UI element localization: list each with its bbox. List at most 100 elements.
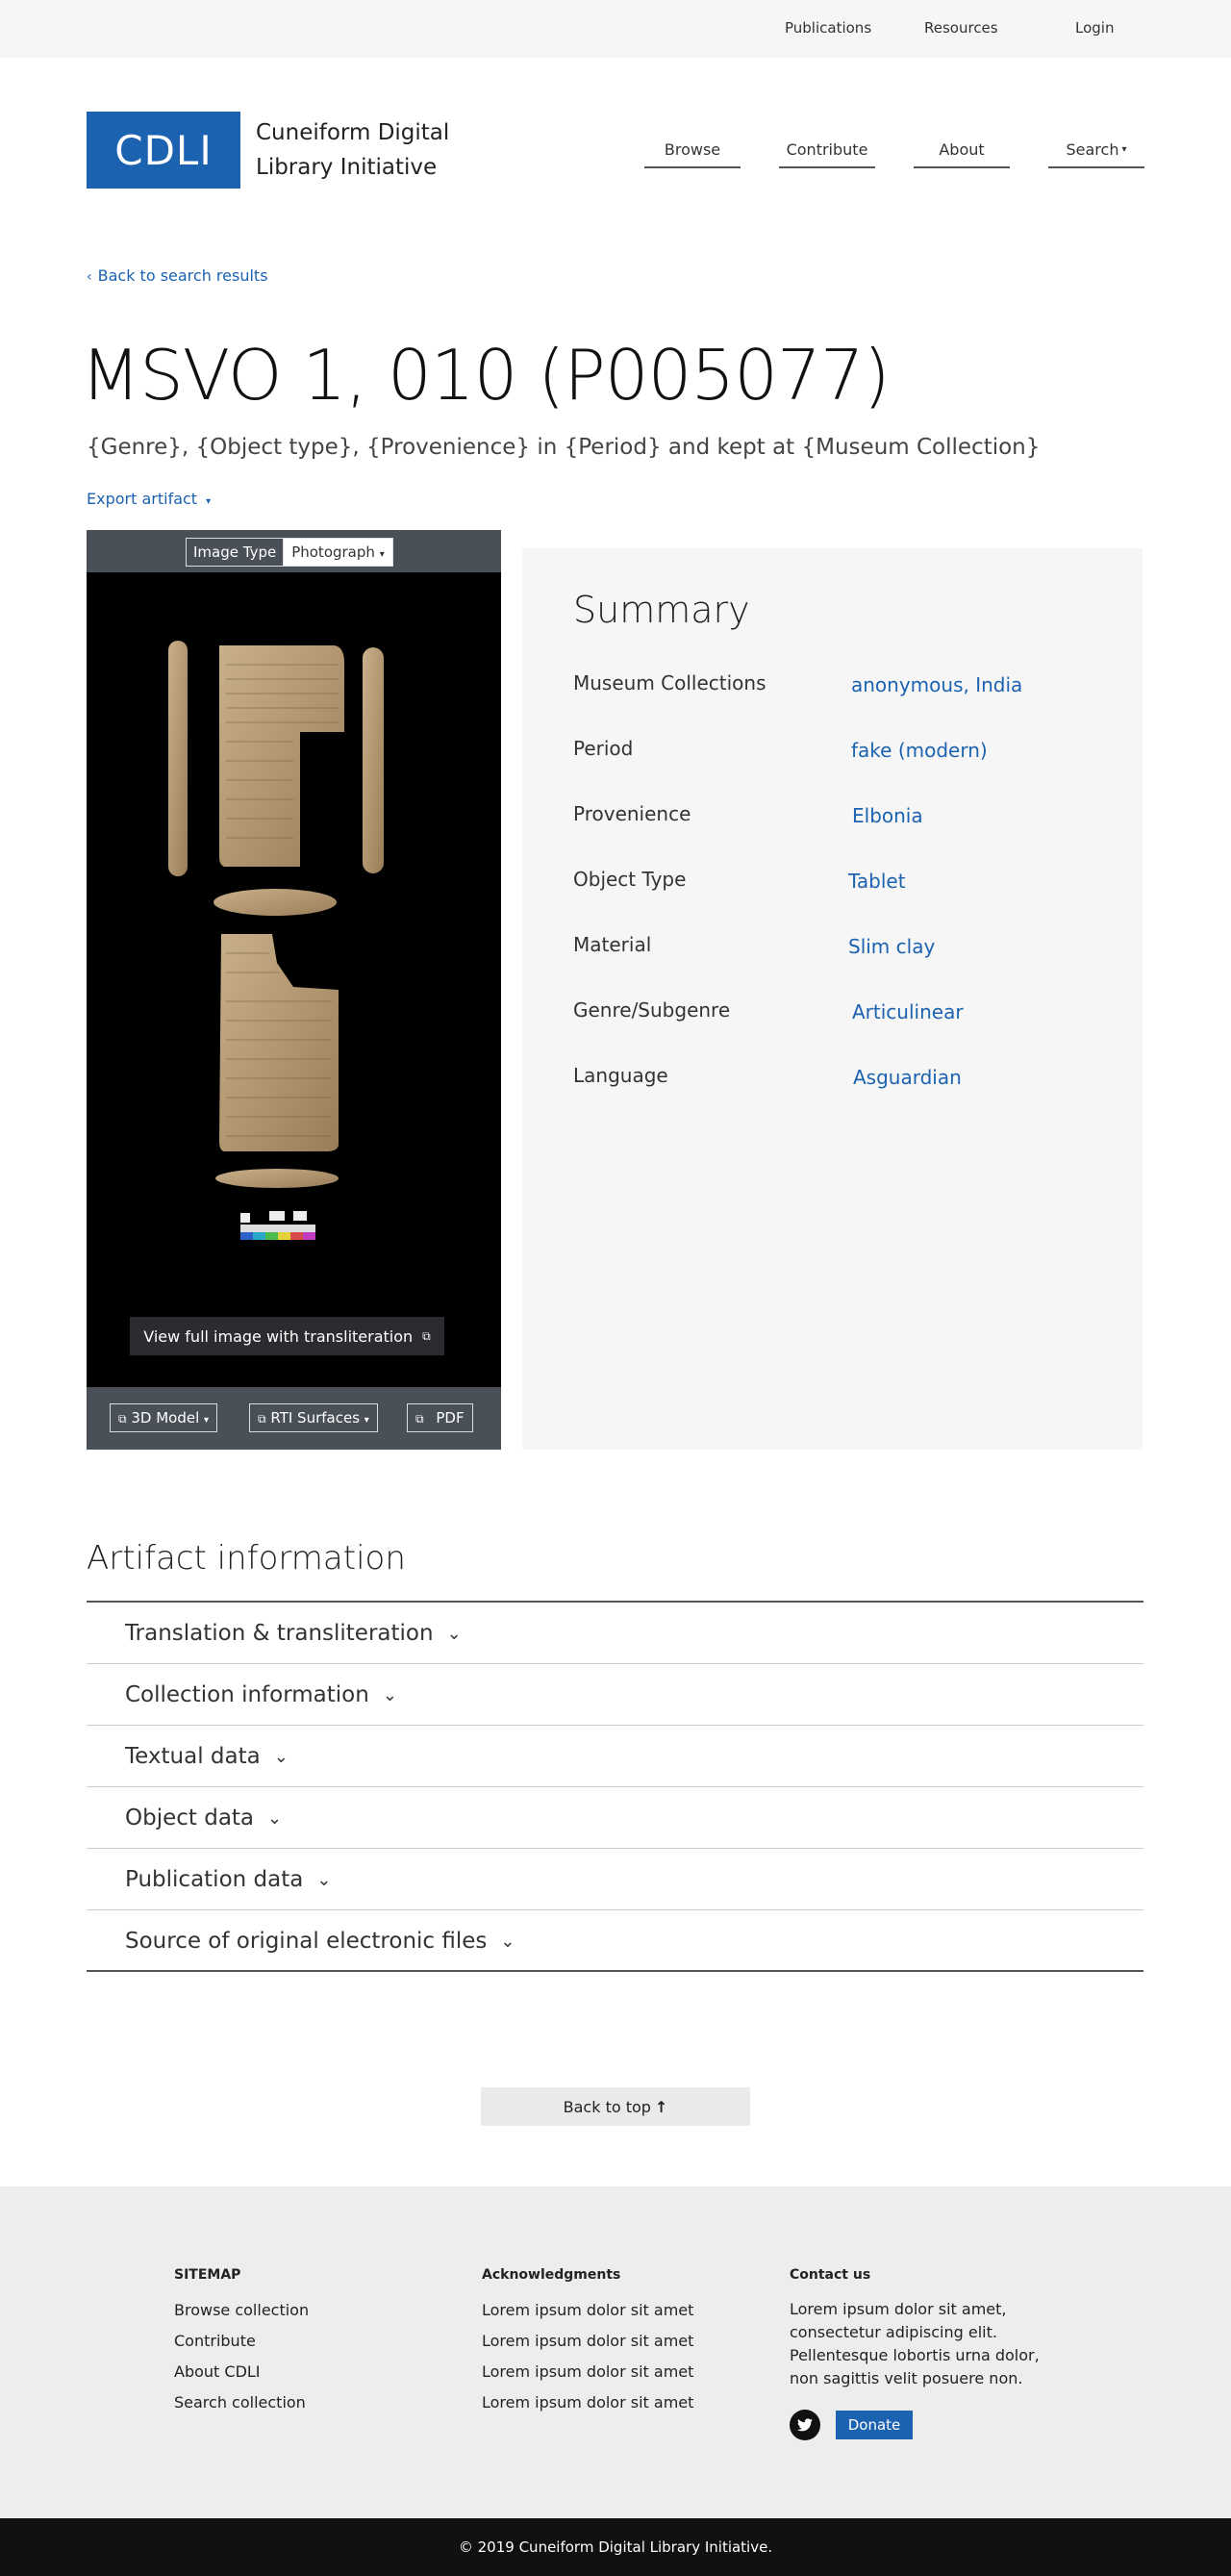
summary-title: Summary xyxy=(573,589,750,631)
divider xyxy=(87,1601,1143,1603)
site-name: Cuneiform Digital Library Initiative xyxy=(256,120,450,180)
pdf-button[interactable]: ⧉ PDF xyxy=(407,1403,473,1432)
footer-link[interactable]: About CDLI xyxy=(174,2362,261,2381)
image-type-value[interactable]: Photograph ▾ xyxy=(284,539,392,566)
top-utility-bar: Publications Resources Login xyxy=(0,0,1231,58)
summary-value-link[interactable]: Elbonia xyxy=(852,804,923,827)
chevron-down-icon: ⌄ xyxy=(316,1869,332,1890)
twitter-bird-icon xyxy=(797,2418,813,2432)
caret-down-icon: ▾ xyxy=(206,496,212,507)
arrow-up-icon: ↑ xyxy=(654,2097,668,2116)
accordion-source-files[interactable]: Source of original electronic files ⌄ xyxy=(125,1929,515,1954)
image-type-select[interactable]: Image Type Photograph ▾ xyxy=(186,538,393,567)
accordion-label: Publication data xyxy=(125,1867,304,1892)
caret-down-icon: ▾ xyxy=(204,1415,210,1426)
rti-surfaces-label: RTI Surfaces xyxy=(270,1409,361,1427)
3d-model-label: 3D Model xyxy=(131,1409,200,1427)
chevron-down-icon: ⌄ xyxy=(273,1746,289,1767)
accordion-collection[interactable]: Collection information ⌄ xyxy=(125,1682,397,1707)
summary-label: Period xyxy=(573,737,634,760)
divider xyxy=(87,1909,1143,1910)
external-link-icon: ⧉ xyxy=(258,1412,266,1426)
external-link-icon: ⧉ xyxy=(415,1412,424,1426)
summary-label: Provenience xyxy=(573,802,691,825)
chevron-down-icon: ⌄ xyxy=(500,1931,515,1952)
summary-value-link[interactable]: fake (modern) xyxy=(851,739,988,762)
summary-label: Material xyxy=(573,933,652,956)
summary-value-link[interactable]: Articulinear xyxy=(852,1000,964,1023)
pdf-label: PDF xyxy=(436,1409,465,1427)
export-label: Export artifact xyxy=(87,490,198,508)
resources-link[interactable]: Resources xyxy=(924,19,998,37)
summary-label: Object Type xyxy=(573,868,687,891)
divider xyxy=(87,1848,1143,1849)
tablet-photograph[interactable] xyxy=(87,607,501,1357)
nav-browse[interactable]: Browse xyxy=(644,140,741,168)
donate-button[interactable]: Donate xyxy=(836,2411,913,2439)
accordion-label: Translation & transliteration xyxy=(125,1621,434,1646)
footer-link[interactable]: Contribute xyxy=(174,2332,256,2350)
nav-contribute[interactable]: Contribute xyxy=(779,140,875,168)
acknowledgments-heading: Acknowledgments xyxy=(482,2267,621,2283)
summary-value-link[interactable]: Tablet xyxy=(848,870,906,893)
divider xyxy=(87,1663,1143,1664)
chevron-down-icon: ⌄ xyxy=(267,1807,283,1829)
contact-heading: Contact us xyxy=(790,2267,871,2283)
nav-about[interactable]: About xyxy=(914,140,1010,168)
view-full-label: View full image with transliteration xyxy=(143,1326,414,1346)
chevron-down-icon: ⌄ xyxy=(446,1623,462,1644)
rti-surfaces-button[interactable]: ⧉ RTI Surfaces ▾ xyxy=(249,1403,378,1432)
chevron-left-icon: ‹ xyxy=(87,269,92,285)
artifact-info-title: Artifact information xyxy=(87,1539,406,1578)
external-link-icon: ⧉ xyxy=(118,1412,127,1426)
copyright: © 2019 Cuneiform Digital Library Initiat… xyxy=(0,2518,1231,2576)
image-viewer: Image Type Photograph ▾ View full image … xyxy=(87,530,501,1450)
view-full-image-button[interactable]: View full image with transliteration ⧉ xyxy=(130,1317,444,1355)
export-artifact-dropdown[interactable]: Export artifact ▾ xyxy=(87,490,211,508)
nav-search-label: Search xyxy=(1066,140,1119,159)
page-subtitle: {Genre}, {Object type}, {Provenience} in… xyxy=(87,435,1041,460)
caret-down-icon: ▾ xyxy=(364,1415,369,1426)
summary-label: Museum Collections xyxy=(573,671,766,695)
footer-link[interactable]: Lorem ipsum dolor sit amet xyxy=(482,2362,693,2381)
accordion-publication[interactable]: Publication data ⌄ xyxy=(125,1867,331,1892)
back-to-results-link[interactable]: ‹ Back to search results xyxy=(87,266,268,285)
chevron-down-icon: ⌄ xyxy=(382,1684,397,1705)
image-type-label: Image Type xyxy=(187,539,285,566)
divider xyxy=(87,1970,1143,1972)
cdli-logo[interactable]: CDLI xyxy=(87,112,240,189)
contact-text: Lorem ipsum dolor sit amet, consectetur … xyxy=(790,2300,1040,2387)
external-link-icon: ⧉ xyxy=(422,1328,431,1343)
twitter-icon[interactable] xyxy=(790,2410,820,2440)
3d-model-button[interactable]: ⧉ 3D Model ▾ xyxy=(110,1403,218,1432)
footer-link[interactable]: Browse collection xyxy=(174,2301,309,2319)
summary-label: Language xyxy=(573,1064,668,1087)
footer-link[interactable]: Lorem ipsum dolor sit amet xyxy=(482,2301,693,2319)
publications-link[interactable]: Publications xyxy=(785,19,871,37)
login-link[interactable]: Login xyxy=(1075,19,1114,37)
summary-panel: Summary Museum Collections anonymous, In… xyxy=(522,548,1143,1450)
back-to-top-button[interactable]: Back to top ↑ xyxy=(481,2087,750,2126)
footer-link[interactable]: Lorem ipsum dolor sit amet xyxy=(482,2332,693,2350)
page-title: MSVO 1, 010 (P005077) xyxy=(81,335,891,416)
caret-down-icon: ▾ xyxy=(1121,144,1127,155)
accordion-label: Textual data xyxy=(125,1744,261,1769)
back-link-label: Back to search results xyxy=(97,266,268,285)
divider xyxy=(87,1786,1143,1787)
summary-value-link[interactable]: anonymous, India xyxy=(851,673,1022,696)
divider xyxy=(87,1725,1143,1726)
footer-link[interactable]: Search collection xyxy=(174,2393,306,2412)
accordion-label: Collection information xyxy=(125,1682,369,1707)
nav-search[interactable]: Search ▾ xyxy=(1048,140,1144,168)
caret-down-icon: ▾ xyxy=(379,549,385,560)
sitemap-heading: SITEMAP xyxy=(174,2267,241,2283)
accordion-textual[interactable]: Textual data ⌄ xyxy=(125,1744,289,1769)
summary-value-link[interactable]: Asguardian xyxy=(853,1066,962,1089)
footer-link[interactable]: Lorem ipsum dolor sit amet xyxy=(482,2393,693,2412)
accordion-label: Source of original electronic files xyxy=(125,1929,488,1954)
summary-label: Genre/Subgenre xyxy=(573,998,731,1022)
summary-value-link[interactable]: Slim clay xyxy=(848,935,935,958)
accordion-translation[interactable]: Translation & transliteration ⌄ xyxy=(125,1621,462,1646)
accordion-object[interactable]: Object data ⌄ xyxy=(125,1806,282,1831)
accordion-label: Object data xyxy=(125,1806,255,1831)
